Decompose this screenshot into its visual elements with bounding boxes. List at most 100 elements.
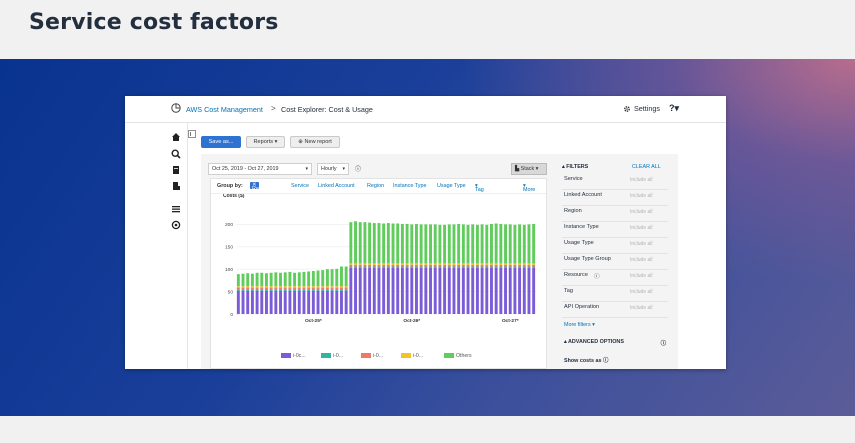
bar-segment-yellow — [321, 286, 325, 288]
bar-segment-salmon — [302, 287, 306, 290]
home-icon[interactable] — [171, 132, 181, 142]
filter-row-region[interactable]: Region Include all — [562, 205, 668, 222]
bar-segment-green — [461, 224, 465, 264]
filter-value-dropdown[interactable]: Include all — [630, 289, 653, 295]
info-icon[interactable]: ⓘ — [355, 164, 361, 173]
bar-segment-teal — [325, 289, 329, 291]
filter-value-dropdown[interactable]: Include all — [630, 273, 653, 279]
budgets-icon[interactable] — [171, 181, 181, 191]
bar-segment-salmon — [447, 264, 451, 267]
bar-segment-teal — [532, 266, 536, 268]
bar-segment-salmon — [485, 264, 489, 267]
filter-value-dropdown[interactable]: Include all — [630, 177, 653, 183]
group-by-instance-type[interactable]: Instance Type — [393, 183, 426, 189]
bar-segment-salmon — [410, 264, 414, 267]
bar-segment-purple — [518, 267, 522, 314]
bar-segment-purple — [466, 267, 470, 314]
group-by-more[interactable]: More ▾ — [523, 183, 535, 193]
list-icon[interactable] — [171, 204, 181, 214]
group-by-usage-type[interactable]: Usage Type — [437, 183, 466, 189]
bar-segment-yellow — [527, 263, 531, 265]
clear-all-link[interactable]: CLEAR ALL — [632, 164, 661, 170]
filter-row-linked-account[interactable]: Linked Account Include all — [562, 189, 668, 206]
bar-segment-purple — [438, 267, 442, 314]
filter-value-dropdown[interactable]: Include all — [630, 209, 653, 215]
bar-segment-green — [255, 272, 259, 287]
help-icon[interactable]: ?▾ — [669, 103, 679, 114]
bar-segment-purple — [490, 267, 493, 314]
bar-segment-teal — [283, 289, 287, 291]
bar-segment-purple — [527, 267, 531, 314]
bar-segment-teal — [410, 266, 414, 268]
filter-value-dropdown[interactable]: Include all — [630, 193, 653, 199]
bar-segment-yellow — [241, 286, 245, 288]
date-range-picker[interactable]: Oct 25, 2019 - Oct 27, 2019 ▾ — [208, 163, 312, 175]
group-by-tag[interactable]: Tag ▾ — [475, 183, 484, 193]
bar-segment-teal — [386, 266, 390, 268]
bar-segment-green — [283, 272, 287, 287]
group-by-region[interactable]: Region — [367, 183, 384, 189]
bar-segment-salmon — [283, 287, 287, 290]
filter-row-usage-type-group[interactable]: Usage Type Group Include all — [562, 253, 668, 270]
chart-style-select[interactable]: ▙ Stack ▾ — [511, 163, 547, 175]
bar-segment-green — [321, 270, 325, 287]
bar-segment-salmon — [265, 287, 268, 290]
filter-row-service[interactable]: Service Include all — [562, 173, 668, 190]
bar-segment-green — [368, 222, 372, 264]
bar-segment-yellow — [429, 263, 432, 265]
filter-row-resource[interactable]: Resource Include all ⓘ — [562, 269, 668, 286]
x-tick-label: Oct-26* — [403, 318, 420, 324]
bar-segment-purple — [288, 290, 292, 314]
bar-segment-purple — [494, 267, 498, 314]
bar-segment-teal — [255, 289, 259, 291]
advanced-options-toggle[interactable]: ▴ ADVANCED OPTIONS ⓘ — [564, 339, 668, 347]
filter-value-dropdown[interactable]: Include all — [630, 225, 653, 231]
bar-segment-purple — [236, 290, 240, 314]
filter-value-dropdown[interactable]: Include all — [630, 241, 653, 247]
bar-segment-teal — [518, 266, 522, 268]
group-by-linked-account[interactable]: Linked Account — [318, 183, 355, 189]
bar-segment-salmon — [429, 264, 432, 267]
bar-segment-teal — [504, 266, 507, 268]
advanced-options-info-icon[interactable]: ⓘ — [661, 339, 666, 347]
bar-segment-salmon — [293, 287, 297, 290]
filter-row-tag[interactable]: Tag Include all — [562, 285, 668, 302]
bar-segment-purple — [499, 267, 503, 314]
reports-dropdown[interactable]: Reports ▾ — [246, 136, 285, 148]
bar-segment-green — [372, 223, 376, 264]
bar-segment-green — [297, 272, 301, 287]
bar-segment-salmon — [475, 264, 479, 267]
more-filters-link[interactable]: More filters ▾ — [564, 322, 595, 328]
bar-segment-salmon — [279, 287, 282, 290]
bar-segment-green — [513, 224, 517, 264]
bar-segment-green — [405, 223, 409, 264]
filter-row-api-operation[interactable]: API Operation Include all — [562, 301, 668, 318]
bar-segment-green — [250, 273, 254, 287]
breadcrumb-cost-management-link[interactable]: AWS Cost Management — [186, 105, 263, 114]
collapse-panel-icon[interactable] — [188, 130, 196, 138]
resource-info-icon[interactable]: ⓘ — [594, 272, 600, 280]
save-as-button[interactable]: Save as... — [201, 136, 241, 148]
group-by-label: Group by: — [217, 183, 243, 189]
reports-icon[interactable] — [171, 165, 181, 175]
filter-row-instance-type[interactable]: Instance Type Include all — [562, 221, 668, 238]
search-icon[interactable] — [171, 149, 181, 159]
settings-button[interactable]: Settings — [623, 104, 660, 113]
bar-segment-yellow — [518, 263, 522, 265]
new-report-button[interactable]: ⊕ New report — [290, 136, 340, 148]
target-icon[interactable] — [171, 220, 181, 230]
bar-segment-teal — [396, 266, 400, 268]
granularity-select[interactable]: Hourly ▾ — [317, 163, 349, 175]
filter-value-dropdown[interactable]: Include all — [630, 257, 653, 263]
bar-segment-teal — [358, 266, 362, 268]
filter-value-dropdown[interactable]: Include all — [630, 305, 653, 311]
bar-segment-green — [433, 224, 437, 264]
group-by-selected-chip[interactable]: Resource ✕ — [250, 182, 275, 192]
bar-segment-salmon — [325, 287, 329, 290]
bar-segment-green — [471, 224, 475, 264]
filter-row-usage-type[interactable]: Usage Type Include all — [562, 237, 668, 254]
bar-segment-yellow — [269, 286, 273, 288]
bar-segment-teal — [405, 266, 409, 268]
bar-segment-green — [485, 224, 489, 264]
group-by-service[interactable]: Service — [291, 183, 309, 189]
